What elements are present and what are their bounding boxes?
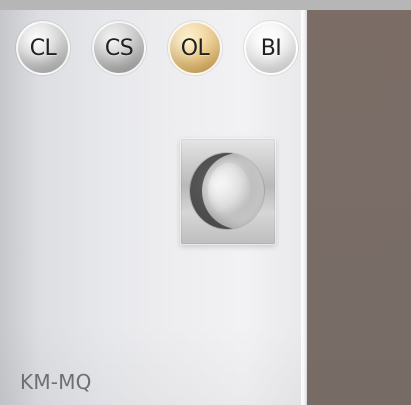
product-photo: CL CS OL BI KM-MQ	[0, 0, 411, 405]
finish-badges: CL CS OL BI	[16, 21, 298, 75]
model-code: KM-MQ	[20, 370, 92, 394]
finish-code-cl: CL	[29, 35, 57, 61]
flush-pull	[180, 138, 276, 245]
finish-code-ol: OL	[180, 35, 210, 61]
finish-code-bi: BI	[260, 35, 282, 61]
wall	[300, 0, 411, 405]
finish-code-cs: CS	[104, 35, 134, 61]
door-edge	[301, 10, 307, 405]
flush-pull-recess	[190, 153, 264, 229]
top-band	[0, 0, 411, 10]
finish-badge-ol: OL	[168, 21, 222, 75]
finish-badge-cs: CS	[92, 21, 146, 75]
finish-badge-bi: BI	[244, 21, 298, 75]
finish-badge-cl: CL	[16, 21, 70, 75]
